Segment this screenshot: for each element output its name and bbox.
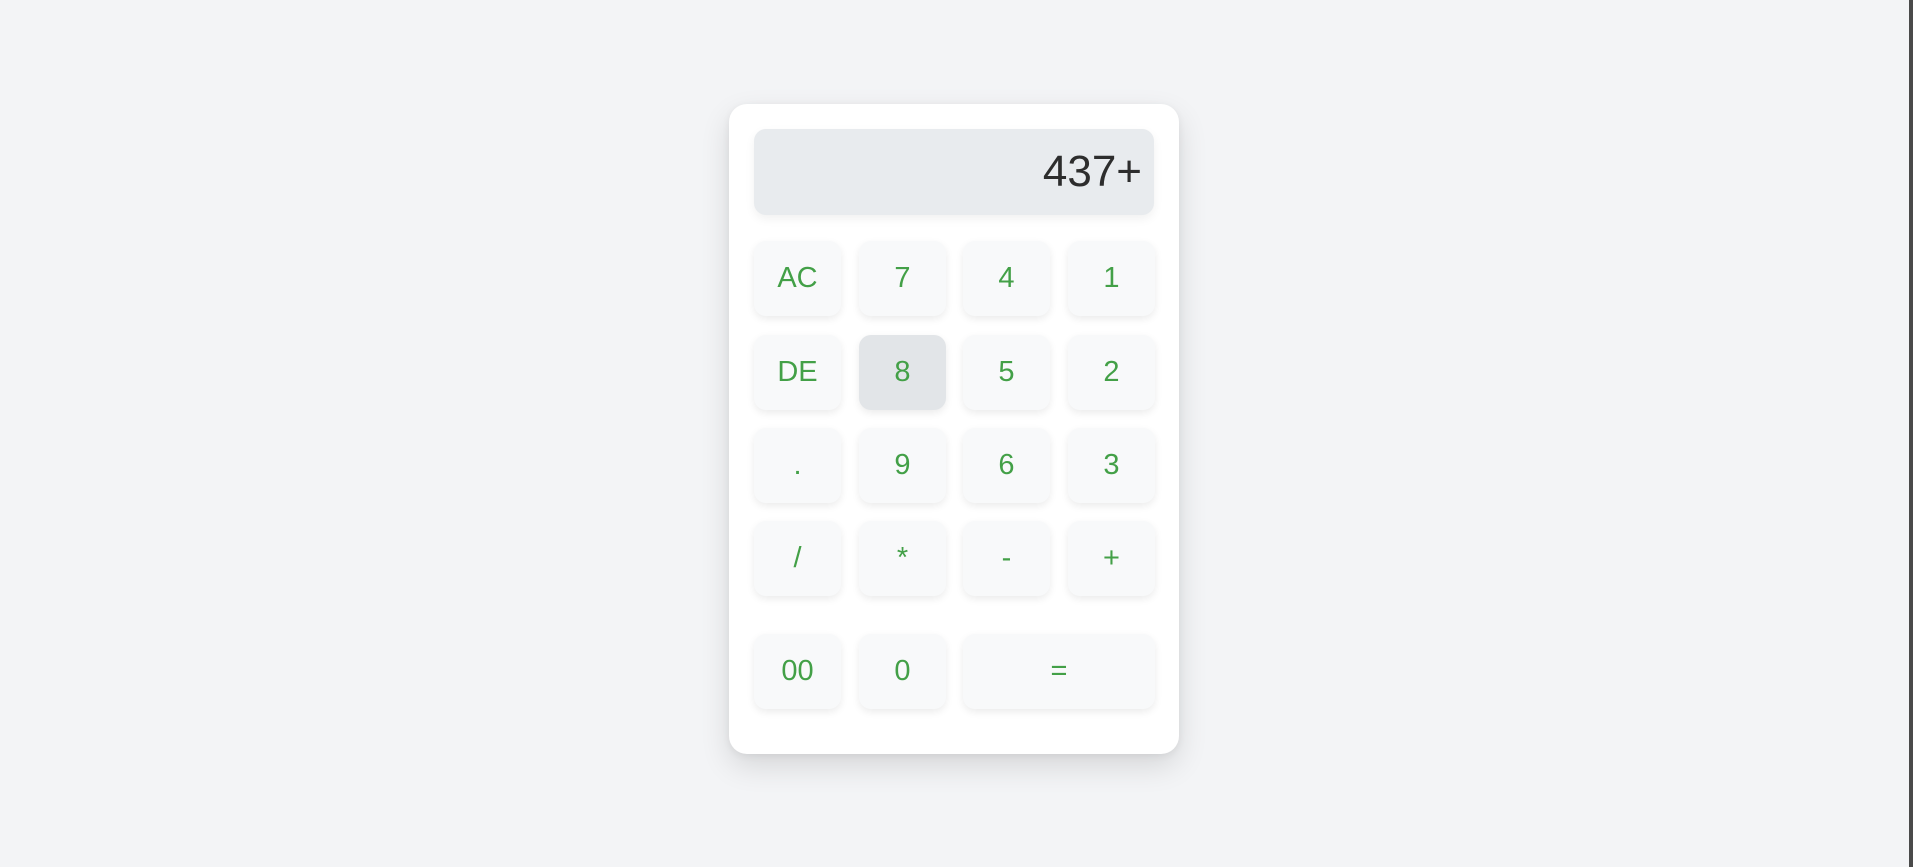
digit-5-button[interactable]: 5 (963, 335, 1050, 410)
digit-8-button[interactable]: 8 (859, 335, 946, 410)
multiply-button[interactable]: * (859, 521, 946, 596)
calculator-display: 437+ (754, 129, 1154, 215)
divide-button[interactable]: / (754, 521, 841, 596)
add-button[interactable]: + (1068, 521, 1155, 596)
subtract-button[interactable]: - (963, 521, 1050, 596)
window-edge (1909, 0, 1913, 867)
all-clear-button[interactable]: AC (754, 241, 841, 316)
digit-9-button[interactable]: 9 (859, 428, 946, 503)
digit-2-button[interactable]: 2 (1068, 335, 1155, 410)
delete-button[interactable]: DE (754, 335, 841, 410)
digit-6-button[interactable]: 6 (963, 428, 1050, 503)
digit-4-button[interactable]: 4 (963, 241, 1050, 316)
decimal-point-button[interactable]: . (754, 428, 841, 503)
digit-7-button[interactable]: 7 (859, 241, 946, 316)
digit-3-button[interactable]: 3 (1068, 428, 1155, 503)
digit-0-button[interactable]: 0 (859, 634, 946, 709)
equals-button[interactable]: = (963, 634, 1155, 709)
digit-1-button[interactable]: 1 (1068, 241, 1155, 316)
double-zero-button[interactable]: 00 (754, 634, 841, 709)
calculator-panel: 437+ AC 7 4 1 DE 8 5 2 . 9 6 3 / * - + 0… (729, 104, 1179, 754)
